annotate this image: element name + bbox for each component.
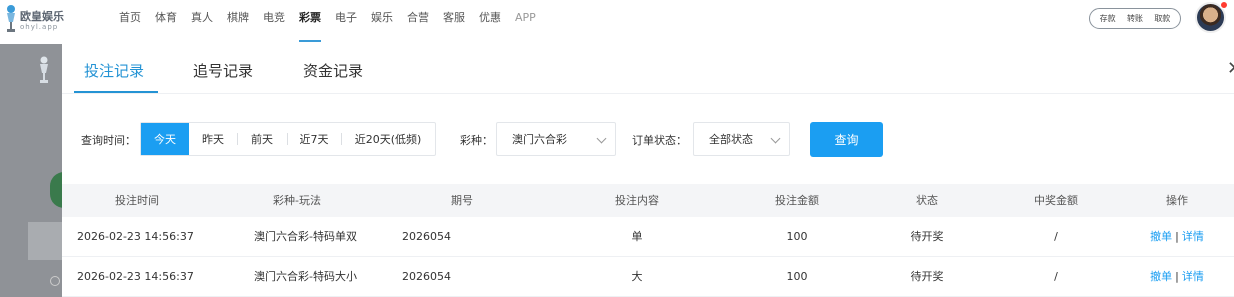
cell-win: /: [1054, 230, 1058, 243]
tab-chase-records[interactable]: 追号记录: [193, 60, 253, 81]
status-select-value: 全部状态: [709, 133, 753, 146]
col-header-game: 彩种-玩法: [273, 194, 321, 207]
cancel-bet-link[interactable]: 撤单: [1150, 230, 1172, 243]
filter-bar: 查询时间： 今天 昨天 前天 近7天 近20天(低频) 彩种： 澳门六合彩 订单…: [62, 122, 1234, 158]
cell-amount: 100: [786, 270, 808, 283]
col-header-amount: 投注金额: [775, 194, 819, 207]
col-header-content: 投注内容: [615, 194, 659, 207]
table-row: 2026-02-23 14:56:37 澳门六合彩-特码单双 2026054 单…: [62, 217, 1234, 257]
action-separator: |: [1175, 230, 1179, 243]
nav-item-partner[interactable]: 合营: [400, 0, 436, 44]
col-header-issue: 期号: [451, 194, 473, 207]
cell-status: 待开奖: [910, 230, 944, 243]
deposit-button[interactable]: 存款: [1100, 13, 1116, 24]
background-page: [0, 44, 74, 297]
chevron-down-icon: [596, 133, 607, 144]
tab-bet-records[interactable]: 投注记录: [84, 60, 144, 81]
cancel-bet-link[interactable]: 撤单: [1150, 270, 1172, 283]
nav-item-live[interactable]: 真人: [184, 0, 220, 44]
col-header-time: 投注时间: [115, 194, 159, 207]
lottery-filter-label: 彩种：: [460, 134, 493, 147]
trophy-icon: [40, 56, 48, 83]
nav-item-esports[interactable]: 电竞: [256, 0, 292, 44]
nav-item-cards[interactable]: 棋牌: [220, 0, 256, 44]
account-actions: 存款 转账 取款: [1089, 8, 1181, 29]
top-header: 欧皇娱乐 ohyl.app 首页 体育 真人 棋牌 电竞 彩票 电子 娱乐 合营…: [0, 0, 1234, 44]
tab-fund-records[interactable]: 资金记录: [303, 60, 363, 81]
status-select[interactable]: 全部状态: [693, 122, 790, 156]
withdraw-button[interactable]: 取款: [1154, 13, 1170, 24]
nav-item-promotions[interactable]: 优惠: [472, 0, 508, 44]
bet-records-modal: 投注记录 追号记录 资金记录 ✕ 查询时间： 今天 昨天 前天 近7天 近20天…: [62, 44, 1234, 297]
active-tab-indicator: [74, 91, 158, 93]
time-option-day-before[interactable]: 前天: [237, 123, 287, 155]
bet-records-table: 投注时间 彩种-玩法 期号 投注内容 投注金额 状态 中奖金额 操作 2026-…: [62, 184, 1234, 297]
transfer-button[interactable]: 转账: [1127, 13, 1143, 24]
col-header-status: 状态: [916, 194, 938, 207]
main-nav: 首页 体育 真人 棋牌 电竞 彩票 电子 娱乐 合营 客服 优惠 APP: [112, 0, 543, 44]
query-button[interactable]: 查询: [810, 122, 883, 157]
nav-item-app[interactable]: APP: [508, 0, 543, 44]
nav-item-sports[interactable]: 体育: [148, 0, 184, 44]
cell-amount: 100: [786, 230, 808, 243]
cell-game: 澳门六合彩-特码单双: [254, 230, 357, 243]
brand-name: 欧皇娱乐: [20, 10, 64, 23]
background-radio: [50, 276, 60, 286]
table-header: 投注时间 彩种-玩法 期号 投注内容 投注金额 状态 中奖金额 操作: [62, 184, 1234, 217]
cell-time: 2026-02-23 14:56:37: [77, 270, 194, 283]
nav-item-lottery[interactable]: 彩票: [292, 0, 328, 44]
time-filter-label: 查询时间：: [81, 134, 136, 147]
table-row: 2026-02-23 14:56:37 澳门六合彩-特码大小 2026054 大…: [62, 257, 1234, 297]
cell-content: 大: [631, 270, 643, 283]
bet-detail-link[interactable]: 详情: [1182, 230, 1204, 243]
time-option-7-days[interactable]: 近7天: [287, 123, 341, 155]
time-range-selector: 今天 昨天 前天 近7天 近20天(低频): [140, 122, 436, 156]
lottery-select-value: 澳门六合彩: [512, 133, 567, 146]
chevron-down-icon: [770, 133, 781, 144]
col-header-actions: 操作: [1166, 194, 1188, 207]
notification-dot: [1220, 1, 1228, 9]
nav-item-entertainment[interactable]: 娱乐: [364, 0, 400, 44]
cell-issue: 2026054: [402, 270, 451, 283]
cell-game: 澳门六合彩-特码大小: [254, 270, 357, 283]
lottery-select[interactable]: 澳门六合彩: [496, 122, 616, 156]
status-filter-label: 订单状态：: [632, 134, 687, 147]
nav-item-home[interactable]: 首页: [112, 0, 148, 44]
action-separator: |: [1175, 270, 1179, 283]
record-tabs: 投注记录 追号记录 资金记录 ✕: [62, 44, 1234, 94]
nav-item-slots[interactable]: 电子: [328, 0, 364, 44]
cell-content: 单: [631, 230, 643, 243]
cell-time: 2026-02-23 14:56:37: [77, 230, 194, 243]
cell-win: /: [1054, 270, 1058, 283]
bet-detail-link[interactable]: 详情: [1182, 270, 1204, 283]
brand-domain: ohyl.app: [20, 23, 59, 31]
time-option-yesterday[interactable]: 昨天: [189, 123, 237, 155]
cell-actions: 撤单 | 详情: [1120, 217, 1234, 256]
col-header-win: 中奖金额: [1034, 194, 1078, 207]
cell-issue: 2026054: [402, 230, 451, 243]
time-option-today[interactable]: 今天: [141, 123, 189, 155]
cell-actions: 撤单 | 详情: [1120, 257, 1234, 296]
trophy-icon: [7, 5, 15, 32]
nav-item-support[interactable]: 客服: [436, 0, 472, 44]
cell-status: 待开奖: [910, 270, 944, 283]
close-icon[interactable]: ✕: [1227, 58, 1234, 79]
brand-logo[interactable]: 欧皇娱乐 ohyl.app: [4, 4, 74, 36]
time-option-20-days[interactable]: 近20天(低频): [341, 123, 435, 155]
